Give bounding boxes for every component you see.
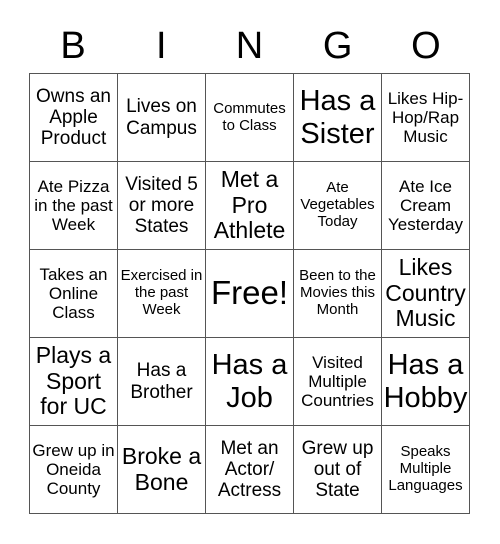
- bingo-cell[interactable]: Speaks Multiple Languages: [382, 426, 470, 514]
- bingo-cell[interactable]: Broke a Bone: [118, 426, 206, 514]
- cell-text: Exercised in the past Week: [120, 267, 203, 318]
- cell-text: Met a Pro Athlete: [213, 165, 286, 244]
- cell-text: Has a Job: [211, 349, 288, 414]
- bingo-cell[interactable]: Met a Pro Athlete: [206, 162, 294, 250]
- cell-text: Plays a Sport for UC: [35, 341, 112, 420]
- bingo-cell[interactable]: Met an Actor/ Actress: [206, 426, 294, 514]
- free-space-text: Free!: [210, 274, 289, 312]
- cell-text: Been to the Movies this Month: [299, 267, 376, 318]
- bingo-header: B I N G O: [29, 20, 470, 72]
- cell-text: Takes an Online Class: [39, 264, 108, 323]
- cell-text: Commutes to Class: [213, 99, 286, 134]
- bingo-cell[interactable]: Lives on Campus: [118, 74, 206, 162]
- header-letter-b: B: [60, 25, 86, 67]
- cell-text: Has a Brother: [130, 360, 193, 403]
- cell-text: Has a Sister: [299, 85, 376, 150]
- bingo-cell[interactable]: Visited 5 or more States: [118, 162, 206, 250]
- bingo-cell[interactable]: Been to the Movies this Month: [294, 250, 382, 338]
- cell-text: Ate Vegetables Today: [300, 179, 375, 230]
- bingo-cell[interactable]: Has a Hobby: [382, 338, 470, 426]
- bingo-cell[interactable]: Takes an Online Class: [30, 250, 118, 338]
- cell-text: Speaks Multiple Languages: [388, 443, 463, 494]
- cell-text: Grew up out of State: [301, 437, 374, 502]
- bingo-cell[interactable]: Has a Job: [206, 338, 294, 426]
- header-letter-g: G: [322, 25, 353, 67]
- bingo-cell[interactable]: Ate Vegetables Today: [294, 162, 382, 250]
- cell-text: Has a Hobby: [383, 349, 468, 414]
- cell-text: Met an Actor/ Actress: [217, 437, 282, 502]
- bingo-cell[interactable]: Likes Country Music: [382, 250, 470, 338]
- bingo-cell[interactable]: Plays a Sport for UC: [30, 338, 118, 426]
- cell-text: Visited Multiple Countries: [301, 352, 374, 411]
- cell-text: Ate Pizza in the past Week: [34, 176, 113, 235]
- bingo-cell[interactable]: Likes Hip-Hop/Rap Music: [382, 74, 470, 162]
- bingo-cell[interactable]: Ate Pizza in the past Week: [30, 162, 118, 250]
- bingo-cell[interactable]: Ate Ice Cream Yesterday: [382, 162, 470, 250]
- bingo-cell[interactable]: Owns an Apple Product: [30, 74, 118, 162]
- bingo-card-grid: Owns an Apple Product Lives on Campus Co…: [29, 73, 470, 514]
- cell-text: Likes Hip-Hop/Rap Music: [387, 88, 464, 147]
- cell-text: Likes Country Music: [385, 253, 466, 332]
- header-letter-n: N: [235, 25, 264, 67]
- bingo-cell[interactable]: Grew up out of State: [294, 426, 382, 514]
- cell-text: Lives on Campus: [126, 96, 197, 139]
- bingo-cell[interactable]: Has a Brother: [118, 338, 206, 426]
- bingo-cell[interactable]: Commutes to Class: [206, 74, 294, 162]
- header-letter-i: I: [156, 25, 167, 67]
- cell-text: Broke a Bone: [121, 442, 202, 495]
- bingo-cell[interactable]: Visited Multiple Countries: [294, 338, 382, 426]
- header-letter-o: O: [411, 25, 441, 67]
- cell-text: Grew up in Oneida County: [32, 440, 115, 499]
- bingo-cell[interactable]: Has a Sister: [294, 74, 382, 162]
- bingo-cell[interactable]: Exercised in the past Week: [118, 250, 206, 338]
- cell-text: Ate Ice Cream Yesterday: [388, 176, 463, 235]
- bingo-cell[interactable]: Grew up in Oneida County: [30, 426, 118, 514]
- cell-text: Visited 5 or more States: [125, 173, 198, 238]
- cell-text: Owns an Apple Product: [36, 85, 111, 150]
- free-space-cell[interactable]: Free!: [206, 250, 294, 338]
